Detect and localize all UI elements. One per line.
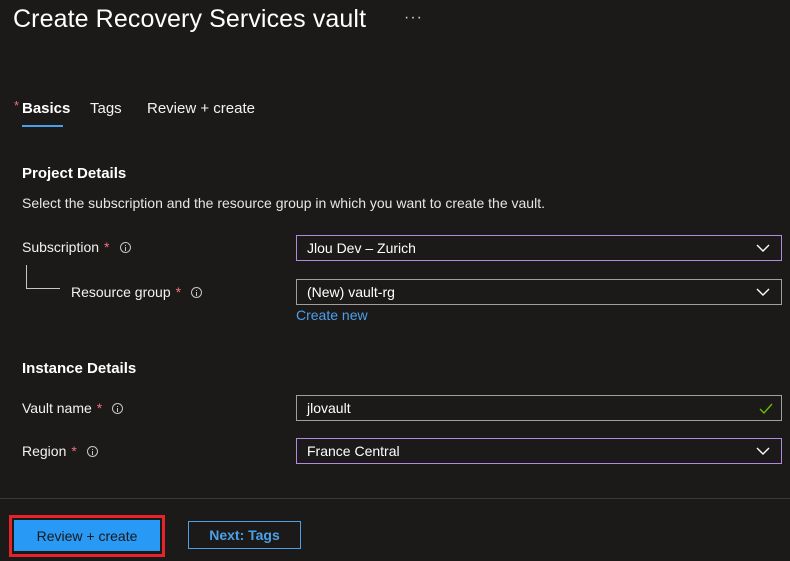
- tab-review-create[interactable]: Review + create: [147, 100, 255, 117]
- required-star: *: [71, 443, 77, 459]
- subscription-value: Jlou Dev – Zurich: [307, 240, 416, 256]
- subscription-dropdown[interactable]: Jlou Dev – Zurich: [296, 235, 782, 261]
- chevron-down-icon: [753, 444, 773, 458]
- create-new-link[interactable]: Create new: [296, 307, 368, 323]
- tree-connector-vertical: [26, 265, 27, 288]
- subscription-label: Subscription *: [22, 239, 131, 255]
- footer-divider: [0, 498, 790, 499]
- info-icon[interactable]: [86, 445, 98, 457]
- resource-group-dropdown[interactable]: (New) vault-rg: [296, 279, 782, 305]
- review-create-button[interactable]: Review + create: [14, 520, 160, 551]
- region-label: Region *: [22, 443, 98, 459]
- vault-name-label: Vault name *: [22, 400, 124, 416]
- region-dropdown[interactable]: France Central: [296, 438, 782, 464]
- region-label-text: Region: [22, 443, 67, 459]
- vault-name-label-text: Vault name: [22, 400, 92, 416]
- required-star: *: [96, 400, 103, 416]
- resource-group-label: Resource group *: [71, 284, 203, 300]
- region-value: France Central: [307, 443, 400, 459]
- tab-basics-label: Basics: [22, 100, 71, 117]
- tab-review-create-label: Review + create: [147, 100, 255, 117]
- info-icon[interactable]: [112, 402, 124, 414]
- tab-required-marker: *: [14, 98, 20, 113]
- instance-details-heading: Instance Details: [22, 360, 137, 377]
- vault-name-value: jlovault: [307, 400, 351, 416]
- more-options-icon[interactable]: ···: [404, 9, 423, 27]
- tab-basics[interactable]: * Basics: [14, 98, 71, 117]
- required-star: *: [175, 284, 182, 300]
- page-title: Create Recovery Services vault: [13, 5, 367, 33]
- active-tab-indicator: [22, 125, 63, 127]
- project-details-description: Select the subscription and the resource…: [22, 195, 545, 211]
- create-vault-page: Create Recovery Services vault ··· * Bas…: [0, 0, 790, 561]
- resource-group-label-text: Resource group: [71, 284, 171, 300]
- checkmark-icon: [757, 401, 775, 415]
- next-tags-button[interactable]: Next: Tags: [188, 521, 301, 549]
- tab-tags-label: Tags: [90, 100, 122, 117]
- required-star: *: [104, 239, 110, 255]
- project-details-heading: Project Details: [22, 165, 127, 182]
- chevron-down-icon: [753, 241, 773, 255]
- info-icon[interactable]: [191, 286, 203, 298]
- resource-group-value: (New) vault-rg: [307, 284, 395, 300]
- vault-name-input[interactable]: jlovault: [296, 395, 782, 421]
- tree-connector-horizontal: [26, 288, 60, 289]
- chevron-down-icon: [753, 285, 773, 299]
- info-icon[interactable]: [119, 241, 131, 253]
- subscription-label-text: Subscription: [22, 239, 100, 255]
- tab-tags[interactable]: Tags: [90, 100, 122, 117]
